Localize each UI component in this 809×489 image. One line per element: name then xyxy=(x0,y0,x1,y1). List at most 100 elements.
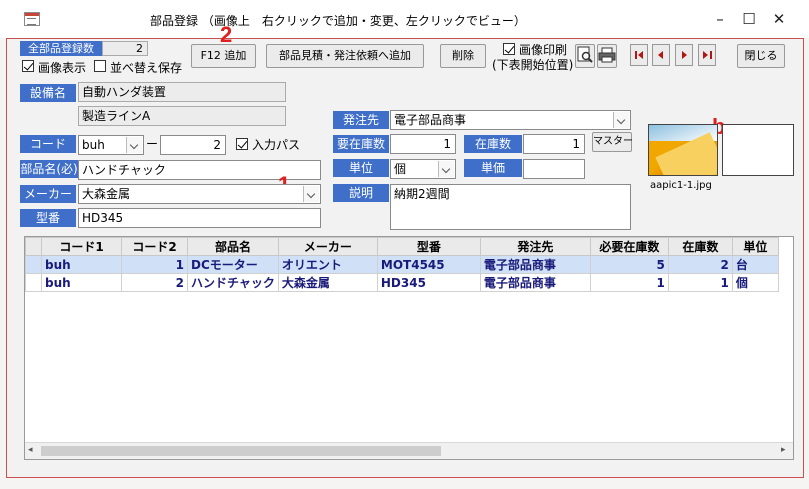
maker-value: 大森金属 xyxy=(82,187,131,201)
print-image-checkbox[interactable] xyxy=(503,42,515,56)
column-header[interactable]: 型番 xyxy=(376,237,481,256)
supplier-label: 発注先 xyxy=(333,111,389,129)
table-cell[interactable]: HD345 xyxy=(376,273,481,292)
first-record-button[interactable] xyxy=(630,44,648,66)
stock-field[interactable]: 1 xyxy=(523,134,585,154)
table-cell[interactable]: buh xyxy=(41,273,122,292)
model-field[interactable]: HD345 xyxy=(78,208,321,228)
row-selector-header[interactable] xyxy=(25,237,42,256)
show-image-check-icon xyxy=(22,60,34,72)
maker-label: メーカー xyxy=(20,185,76,203)
scrollbar-thumb[interactable] xyxy=(41,446,441,456)
stock-label: 在庫数 xyxy=(464,135,522,153)
maximize-icon[interactable]: ☐ xyxy=(734,8,764,30)
table-cell[interactable]: 電子部品商事 xyxy=(479,255,591,274)
print-preview-icon xyxy=(577,46,593,63)
code2-field[interactable]: 2 xyxy=(160,135,226,155)
parts-table: コード1 コード2 部品名 メーカー 型番 発注先 必要在庫数 在庫数 単位 b… xyxy=(24,236,794,460)
table-cell[interactable]: 5 xyxy=(589,255,669,274)
table-cell[interactable]: 個 xyxy=(731,273,779,292)
minimize-icon[interactable]: – xyxy=(705,8,735,30)
sort-save-check-icon xyxy=(94,60,106,72)
printer-icon xyxy=(598,47,616,63)
sort-save-checkbox[interactable] xyxy=(94,59,106,73)
column-header[interactable]: メーカー xyxy=(277,237,378,256)
part-image-empty-slot[interactable] xyxy=(722,124,794,176)
table-cell[interactable]: ハンドチャック xyxy=(187,273,279,292)
delete-button[interactable]: 削除 xyxy=(440,44,486,68)
part-image-thumbnail[interactable] xyxy=(648,124,718,176)
add-to-quote-button[interactable]: 部品見積・発注依頼へ追加 xyxy=(266,44,424,68)
unit-select[interactable]: 個 xyxy=(390,159,456,179)
equipment-field[interactable]: 自動ハンダ装置 xyxy=(78,82,286,102)
table-header-row: コード1 コード2 部品名 メーカー 型番 発注先 必要在庫数 在庫数 単位 xyxy=(25,237,779,256)
column-header[interactable]: 発注先 xyxy=(479,237,591,256)
part-name-label: 部品名(必) xyxy=(20,160,78,178)
note-field[interactable]: 納期2週間 xyxy=(390,184,631,230)
table-row[interactable]: buh 1 DCモーター オリエント MOT4545 電子部品商事 5 2 台 xyxy=(25,255,779,274)
total-count-label: 全部品登録数 xyxy=(20,41,102,56)
code-label: コード xyxy=(20,135,76,153)
table-cell[interactable]: 2 xyxy=(667,255,733,274)
table-cell[interactable]: オリエント xyxy=(277,255,378,274)
master-button[interactable]: マスター xyxy=(592,132,633,152)
maker-select[interactable]: 大森金属 xyxy=(78,184,321,204)
table-cell[interactable]: DCモーター xyxy=(187,255,279,274)
table-cell[interactable]: 1 xyxy=(667,273,733,292)
chevron-down-icon[interactable] xyxy=(126,137,142,153)
production-line-field[interactable]: 製造ラインA xyxy=(78,106,286,126)
input-pass-check-icon xyxy=(236,138,248,150)
row-selector[interactable] xyxy=(25,273,42,292)
print-image-check-icon xyxy=(503,43,515,55)
table-cell[interactable]: 1 xyxy=(589,273,669,292)
last-record-icon xyxy=(703,51,708,59)
table-cell[interactable]: 1 xyxy=(121,255,188,274)
column-header[interactable]: コード1 xyxy=(41,237,122,256)
close-window-icon[interactable]: ✕ xyxy=(764,8,794,30)
input-pass-checkbox[interactable] xyxy=(236,137,248,151)
column-header[interactable]: 在庫数 xyxy=(667,237,733,256)
required-stock-field[interactable]: 1 xyxy=(390,134,456,154)
model-label: 型番 xyxy=(20,209,76,227)
chevron-down-icon[interactable] xyxy=(303,186,319,202)
table-cell[interactable]: buh xyxy=(41,255,122,274)
price-label: 単価 xyxy=(464,159,522,177)
note-label: 説明 xyxy=(333,184,389,202)
last-record-button[interactable] xyxy=(698,44,716,66)
image-filename: aapic1-1.jpg xyxy=(650,180,712,191)
table-cell[interactable]: 大森金属 xyxy=(277,273,378,292)
code1-select[interactable]: buh xyxy=(78,135,144,155)
next-record-button[interactable] xyxy=(675,44,693,66)
equipment-label: 設備名 xyxy=(20,84,76,102)
print-button[interactable] xyxy=(597,44,617,68)
previous-record-button[interactable] xyxy=(652,44,670,66)
horizontal-scrollbar[interactable]: ◂ ▸ xyxy=(25,442,793,459)
column-header[interactable]: 必要在庫数 xyxy=(589,237,669,256)
price-field[interactable] xyxy=(523,159,585,179)
row-selector[interactable] xyxy=(25,255,42,274)
show-image-label: 画像表示 xyxy=(38,61,87,75)
chevron-down-icon[interactable] xyxy=(613,112,629,128)
chevron-down-icon[interactable] xyxy=(438,161,454,177)
show-image-checkbox[interactable] xyxy=(22,59,34,73)
column-header[interactable]: 単位 xyxy=(731,237,779,256)
column-header[interactable]: 部品名 xyxy=(187,237,279,256)
table-cell[interactable]: 2 xyxy=(121,273,188,292)
close-button[interactable]: 閉じる xyxy=(737,44,785,68)
next-record-icon xyxy=(682,51,687,59)
add-button[interactable]: F12 追加 xyxy=(191,44,256,68)
unit-label: 単位 xyxy=(333,159,389,177)
table-cell[interactable]: MOT4545 xyxy=(376,255,481,274)
scroll-right-icon[interactable]: ▸ xyxy=(781,445,786,455)
supplier-select[interactable]: 電子部品商事 xyxy=(390,110,631,130)
column-header[interactable]: コード2 xyxy=(121,237,188,256)
scroll-left-icon[interactable]: ◂ xyxy=(28,445,33,455)
table-cell[interactable]: 電子部品商事 xyxy=(479,273,591,292)
table-cell[interactable]: 台 xyxy=(731,255,779,274)
sort-save-label: 並べ替え保存 xyxy=(110,61,183,75)
supplier-value: 電子部品商事 xyxy=(394,113,467,127)
app-form-icon xyxy=(24,12,40,26)
code1-value: buh xyxy=(82,138,105,152)
table-row[interactable]: buh 2 ハンドチャック 大森金属 HD345 電子部品商事 1 1 個 xyxy=(25,273,779,292)
print-preview-button[interactable] xyxy=(575,44,595,68)
